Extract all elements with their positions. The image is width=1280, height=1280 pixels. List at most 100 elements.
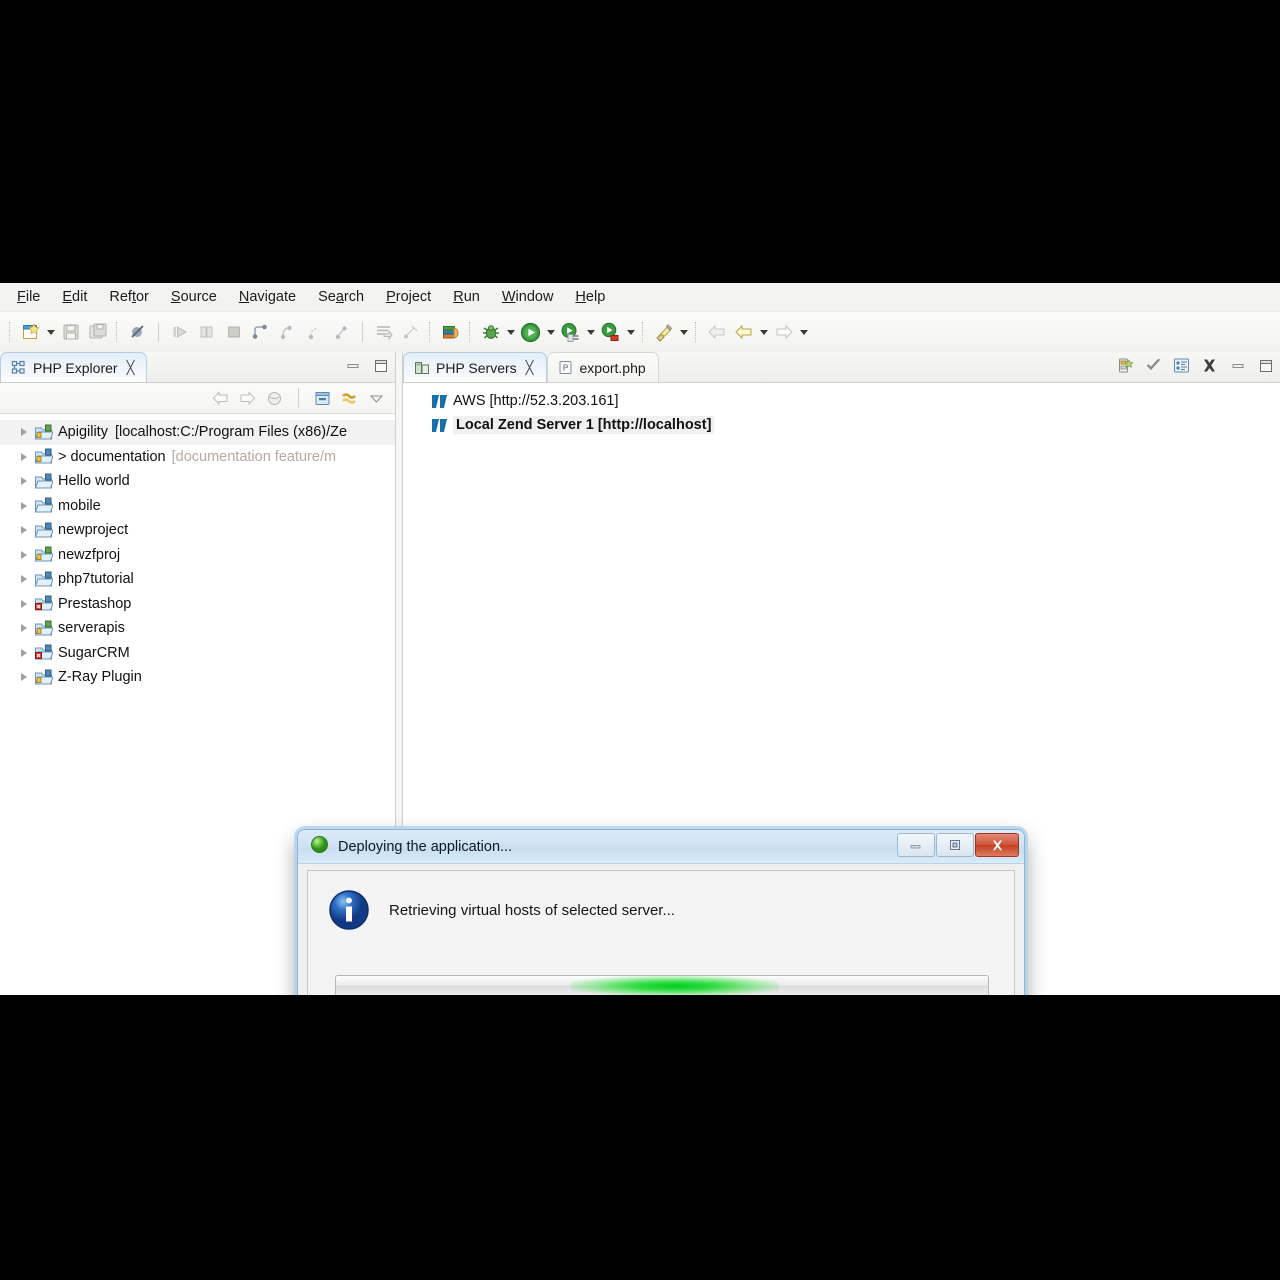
tree-row[interactable]: newzfproj — [0, 543, 395, 568]
checkmark-icon[interactable] — [1143, 355, 1164, 376]
step-over-icon[interactable] — [274, 319, 301, 346]
back-icon[interactable] — [730, 319, 757, 346]
restore-button[interactable] — [936, 833, 974, 857]
menu-source-mnemonic: S — [170, 289, 181, 305]
tab-export-php[interactable]: P export.php — [546, 352, 659, 382]
minimize-button[interactable] — [897, 833, 935, 857]
dialog-title-label: Deploying the application... — [338, 838, 513, 855]
new-wizard-dropdown-icon[interactable] — [44, 319, 57, 345]
menu-item-edit[interactable]: Edit — [51, 287, 98, 307]
external-tools-icon[interactable] — [650, 319, 677, 346]
tab-php-explorer-close-icon[interactable]: ╳ — [127, 360, 135, 376]
menu-file-mnemonic: F — [17, 289, 26, 305]
view-menu-icon[interactable] — [366, 388, 387, 409]
menu-item-window[interactable]: Window — [491, 287, 565, 307]
close-button[interactable] — [975, 833, 1019, 857]
tree-row[interactable]: > documentation [documentation feature/m — [0, 445, 395, 470]
tree-row[interactable]: Hello world — [0, 469, 395, 494]
menu-item-source[interactable]: Source — [160, 287, 228, 307]
menu-item-help[interactable]: Help — [564, 287, 616, 307]
tree-row[interactable]: newproject — [0, 518, 395, 543]
suspend-icon[interactable] — [193, 319, 220, 346]
dialog-titlebar[interactable]: Deploying the application... — [298, 830, 1024, 864]
run-icon[interactable] — [517, 319, 544, 346]
expand-arrow-icon[interactable] — [16, 473, 32, 489]
tree-row[interactable]: SugarCRM — [0, 641, 395, 666]
maximize-icon[interactable] — [1255, 355, 1276, 376]
toggle-breakpoint-icon[interactable] — [124, 319, 151, 346]
tab-php-servers-close-icon[interactable]: ╳ — [526, 360, 534, 376]
toolbar-separator — [695, 322, 698, 342]
expand-arrow-icon[interactable] — [16, 449, 32, 465]
server-row[interactable]: Local Zend Server 1 [http://localhost] — [431, 413, 1280, 437]
back-dropdown-icon[interactable] — [757, 319, 770, 345]
tree-row[interactable]: Apigility [localhost:C:/Program Files (x… — [0, 420, 395, 445]
tab-php-servers[interactable]: PHP Servers ╳ — [403, 352, 547, 382]
forward-icon[interactable] — [237, 388, 258, 409]
menu-item-run[interactable]: Run — [442, 287, 491, 307]
menu-item-search[interactable]: Search — [307, 287, 375, 307]
step-into-icon[interactable] — [247, 319, 274, 346]
menu-item-navigate[interactable]: Navigate — [228, 287, 307, 307]
menu-source-rest: ource — [180, 289, 217, 305]
save-icon[interactable] — [57, 319, 84, 346]
php-project-locked-icon — [32, 619, 54, 637]
expand-arrow-icon[interactable] — [16, 645, 32, 661]
menu-item-project[interactable]: Project — [375, 287, 442, 307]
run-last-icon[interactable] — [597, 319, 624, 346]
expand-arrow-icon[interactable] — [16, 596, 32, 612]
forward-icon[interactable] — [770, 319, 797, 346]
open-task-icon[interactable] — [370, 319, 397, 346]
tab-php-explorer-label: PHP Explorer — [33, 359, 118, 376]
tab-php-explorer[interactable]: PHP Explorer ╳ — [0, 352, 148, 382]
debug-dropdown-icon[interactable] — [504, 319, 517, 345]
run-last-dropdown-icon[interactable] — [624, 319, 637, 345]
skip-breakpoints-icon[interactable] — [397, 319, 424, 346]
link-with-editor-icon[interactable] — [339, 388, 360, 409]
server-row[interactable]: AWS [http://52.3.203.161] — [431, 389, 1280, 413]
run-as-server-icon[interactable] — [557, 319, 584, 346]
step-return-icon[interactable] — [301, 319, 328, 346]
minimize-icon[interactable] — [342, 355, 363, 376]
back-disabled-icon — [703, 319, 730, 346]
tree-row[interactable]: serverapis — [0, 616, 395, 641]
menu-item-file[interactable]: File — [6, 287, 51, 307]
external-tools-dropdown-icon[interactable] — [677, 319, 690, 345]
collapse-all-icon[interactable] — [312, 388, 333, 409]
run-as-server-dropdown-icon[interactable] — [584, 319, 597, 345]
back-icon[interactable] — [210, 388, 231, 409]
save-all-icon[interactable] — [84, 319, 111, 346]
php-project-icon — [32, 497, 54, 515]
step-filters-icon[interactable] — [328, 319, 355, 346]
home-icon[interactable] — [264, 388, 285, 409]
open-library-icon[interactable] — [437, 319, 464, 346]
expand-arrow-icon[interactable] — [16, 498, 32, 514]
expand-arrow-icon[interactable] — [16, 547, 32, 563]
tree-row[interactable]: Z-Ray Plugin — [0, 665, 395, 690]
dialog-window-buttons — [897, 833, 1019, 857]
resume-icon[interactable] — [166, 319, 193, 346]
deploy-progress-dialog: Deploying the application... Retrieving … — [297, 829, 1025, 995]
expand-arrow-icon[interactable] — [16, 424, 32, 440]
maximize-icon[interactable] — [370, 355, 391, 376]
new-wizard-icon[interactable] — [17, 319, 44, 346]
tree-row[interactable]: Prestashop — [0, 592, 395, 617]
expand-arrow-icon[interactable] — [16, 522, 32, 538]
debug-icon[interactable] — [477, 319, 504, 346]
menu-item-refactor[interactable]: Reftor — [98, 287, 160, 307]
new-server-icon[interactable] — [1115, 355, 1136, 376]
menu-navigate-mnemonic: N — [238, 289, 250, 305]
expand-arrow-icon[interactable] — [16, 571, 32, 587]
tree-row[interactable]: php7tutorial — [0, 567, 395, 592]
tree-row[interactable]: mobile — [0, 494, 395, 519]
forward-dropdown-icon[interactable] — [797, 319, 810, 345]
terminate-icon[interactable] — [220, 319, 247, 346]
run-dropdown-icon[interactable] — [544, 319, 557, 345]
minimize-icon[interactable] — [1227, 355, 1248, 376]
expand-arrow-icon[interactable] — [16, 669, 32, 685]
properties-icon[interactable] — [1171, 355, 1192, 376]
toolbar-separator — [429, 322, 432, 342]
main-toolbar — [0, 312, 1280, 353]
remove-icon[interactable] — [1199, 355, 1220, 376]
expand-arrow-icon[interactable] — [16, 620, 32, 636]
